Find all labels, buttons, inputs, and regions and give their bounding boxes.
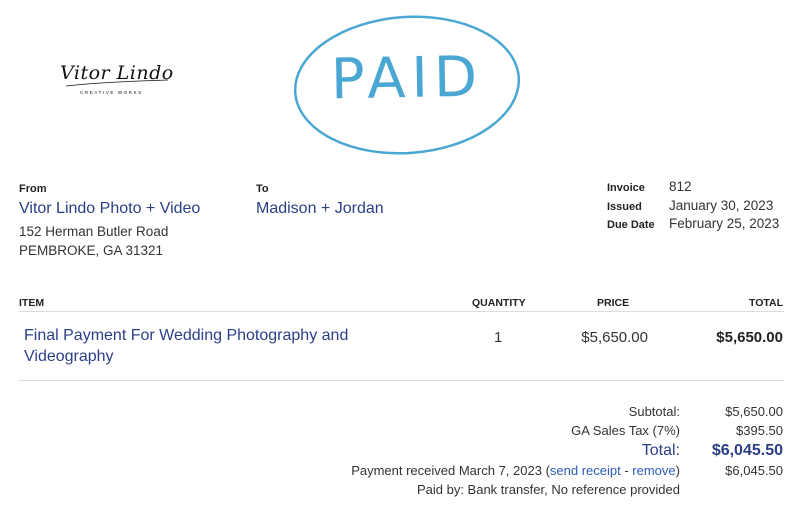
- to-label: To: [256, 183, 269, 195]
- from-address-line2: PEMBROKE, GA 31321: [19, 243, 164, 258]
- issued-date: January 30, 2023: [669, 198, 774, 213]
- item-total: $5,650.00: [716, 329, 783, 346]
- column-header-price: PRICE: [597, 297, 630, 309]
- payment-amount: $6,045.50: [725, 463, 783, 478]
- logo-script-text: Vitor Lindo: [60, 62, 174, 84]
- item-description: Final Payment For Wedding Photography an…: [24, 327, 349, 365]
- subtotal-label: Subtotal:: [628, 404, 680, 419]
- paid-by-text: Paid by: Bank transfer, No reference pro…: [416, 482, 680, 497]
- from-label: From: [19, 183, 47, 195]
- invoice-number: 812: [669, 179, 692, 194]
- subtotal-value: $5,650.00: [725, 404, 783, 419]
- stamp-text: PAID: [330, 44, 484, 113]
- payment-received-text: Payment received March 7, 2023 (: [351, 463, 550, 478]
- company-logo: Vitor Lindo CREATIVE WORKS: [60, 62, 174, 102]
- column-header-total: TOTAL: [748, 297, 783, 309]
- item-quantity: 1: [494, 329, 503, 346]
- link-separator: -: [620, 463, 633, 478]
- paid-stamp: PAID: [290, 10, 524, 160]
- invoice-label: Invoice: [607, 182, 645, 194]
- logo-subtitle: CREATIVE WORKS: [80, 90, 143, 95]
- remove-payment-link[interactable]: remove: [632, 463, 675, 478]
- row-divider: [19, 380, 784, 381]
- column-header-item: ITEM: [19, 297, 45, 309]
- tax-value: $395.50: [736, 423, 783, 438]
- total-value: $6,045.50: [711, 442, 783, 459]
- from-address-line1: 152 Herman Butler Road: [19, 224, 169, 239]
- item-price: $5,650.00: [581, 329, 648, 346]
- payment-received-line: Payment received March 7, 2023 (send rec…: [351, 463, 680, 478]
- to-name: Madison + Jordan: [256, 200, 384, 217]
- send-receipt-link[interactable]: send receipt: [550, 463, 621, 478]
- due-date: February 25, 2023: [669, 216, 780, 231]
- from-name: Vitor Lindo Photo + Video: [19, 200, 201, 217]
- column-header-quantity: QUANTITY: [472, 297, 526, 309]
- payment-close-paren: ): [675, 463, 680, 478]
- total-label: Total:: [641, 442, 680, 459]
- header-divider: [19, 311, 784, 312]
- tax-label: GA Sales Tax (7%): [571, 423, 680, 438]
- due-date-label: Due Date: [607, 219, 655, 231]
- issued-label: Issued: [607, 201, 642, 213]
